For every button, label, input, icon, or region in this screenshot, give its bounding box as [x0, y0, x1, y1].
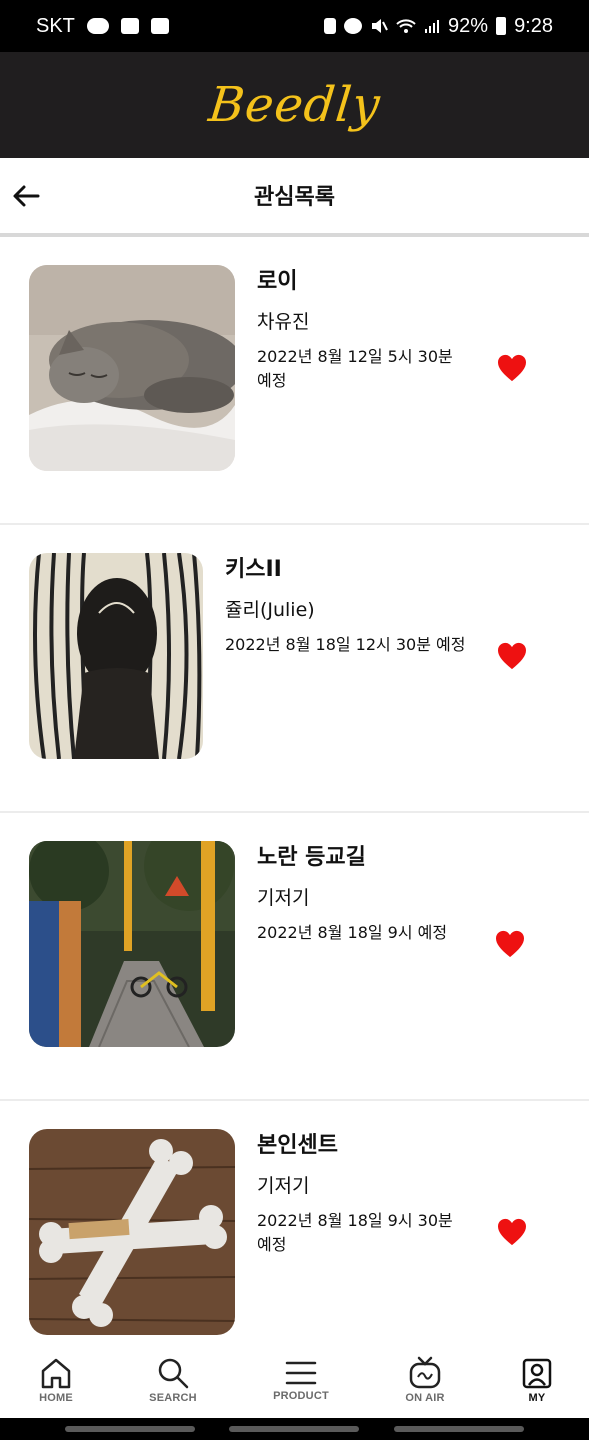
signal-icon	[425, 20, 440, 33]
item-artist: 차유진	[257, 311, 310, 333]
alley-image	[29, 841, 235, 1047]
nav-home[interactable]: HOME	[16, 1344, 96, 1418]
carrier-label: SKT	[36, 14, 75, 37]
heart-icon[interactable]	[497, 1218, 527, 1246]
heart-icon[interactable]	[497, 354, 527, 382]
nav-home-label: HOME	[39, 1392, 73, 1404]
item-info: 본인센트 기저기 2022년 8월 18일 9시 30분 예정	[257, 1131, 467, 1257]
alarm-icon	[344, 18, 363, 34]
nav-product[interactable]: PRODUCT	[261, 1344, 341, 1418]
nav-search-label: SEARCH	[149, 1392, 197, 1404]
app-logo: Beedly	[205, 77, 384, 133]
gesture-handle	[394, 1426, 524, 1432]
cat-image	[29, 265, 235, 471]
list-item[interactable]: 키스II 쥴리(Julie) 2022년 8월 18일 12시 30분 예정	[0, 525, 589, 813]
page-header: 관심목록	[0, 158, 589, 234]
item-schedule: 2022년 8월 12일 5시 30분 예정	[257, 347, 453, 390]
bottom-navigation: HOME SEARCH PRODUCT ON AIR MY	[0, 1344, 589, 1418]
item-artist: 기저기	[257, 1175, 310, 1197]
wishlist: 로이 차유진 2022년 8월 12일 5시 30분 예정 키스II 쥴리(Ju…	[0, 237, 589, 1389]
heart-icon[interactable]	[495, 930, 525, 958]
item-info: 노란 등교길 기저기 2022년 8월 18일 9시 예정	[257, 843, 467, 945]
gallery-icon	[150, 18, 169, 34]
artwork-thumbnail[interactable]	[29, 265, 235, 471]
battery-icon	[496, 17, 507, 35]
system-navigation-bar	[0, 1418, 589, 1440]
item-title: 로이	[257, 269, 298, 294]
item-artist: 기저기	[257, 887, 310, 909]
nav-search[interactable]: SEARCH	[133, 1344, 213, 1418]
wifi-icon	[396, 19, 416, 33]
search-icon	[158, 1358, 189, 1389]
item-schedule: 2022년 8월 18일 9시 예정	[257, 923, 448, 942]
clock: 9:28	[514, 14, 553, 37]
item-schedule: 2022년 8월 18일 12시 30분 예정	[225, 635, 466, 654]
woodcut-image	[29, 553, 203, 759]
artwork-thumbnail[interactable]	[29, 841, 235, 1047]
page-title: 관심목록	[254, 185, 335, 210]
artwork-thumbnail[interactable]	[29, 553, 203, 759]
artwork-thumbnail[interactable]	[29, 1129, 235, 1335]
nav-onair[interactable]: ON AIR	[385, 1344, 465, 1418]
item-title: 노란 등교길	[257, 845, 366, 870]
item-schedule: 2022년 8월 18일 9시 30분 예정	[257, 1211, 453, 1254]
item-info: 키스II 쥴리(Julie) 2022년 8월 18일 12시 30분 예정	[225, 555, 475, 657]
nav-onair-label: ON AIR	[405, 1392, 445, 1404]
nav-my[interactable]: MY	[497, 1344, 577, 1418]
app-header: Beedly	[0, 52, 589, 158]
status-bar: SKT 92% 9:28	[0, 0, 589, 52]
menu-icon	[285, 1361, 317, 1385]
back-button[interactable]	[10, 178, 42, 214]
profile-icon	[522, 1358, 552, 1389]
gesture-handle	[229, 1426, 359, 1432]
list-item[interactable]: 로이 차유진 2022년 8월 12일 5시 30분 예정	[0, 237, 589, 525]
message-icon	[120, 18, 139, 34]
talk-icon	[86, 18, 109, 34]
nav-my-label: MY	[528, 1392, 546, 1404]
home-icon	[41, 1358, 71, 1389]
bone-sculpture-image	[29, 1129, 235, 1335]
mute-icon	[372, 19, 388, 33]
battery-saver-icon	[324, 18, 337, 34]
arrow-left-icon	[13, 185, 40, 207]
item-title: 키스II	[225, 557, 282, 582]
battery-percent: 92%	[448, 14, 489, 37]
item-info: 로이 차유진 2022년 8월 12일 5시 30분 예정	[257, 267, 467, 393]
list-item[interactable]: 노란 등교길 기저기 2022년 8월 18일 9시 예정	[0, 813, 589, 1101]
nav-product-label: PRODUCT	[273, 1390, 329, 1402]
item-title: 본인센트	[257, 1133, 338, 1158]
item-artist: 쥴리(Julie)	[225, 599, 315, 621]
tv-icon	[409, 1356, 441, 1389]
heart-icon[interactable]	[497, 642, 527, 670]
gesture-handle	[65, 1426, 195, 1432]
